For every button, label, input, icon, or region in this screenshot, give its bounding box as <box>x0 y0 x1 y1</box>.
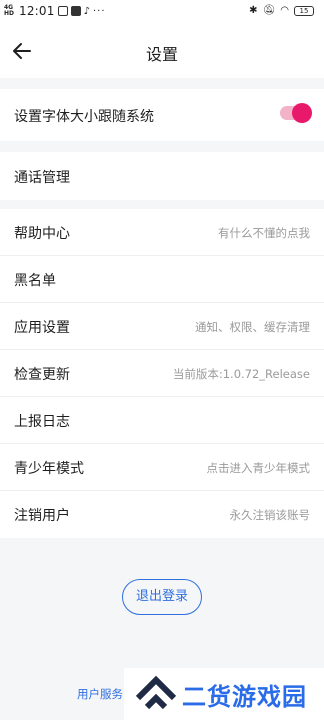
mute-icon: 🔕︎ <box>262 5 276 16</box>
general-settings-group: 帮助中心 有什么不懂的点我 黑名单 应用设置 通知、权限、缓存清理 检查更新 当… <box>0 209 324 538</box>
watermark-logo-icon <box>135 675 177 710</box>
font-follow-system-label: 设置字体大小跟随系统 <box>14 109 154 125</box>
help-center-row[interactable]: 帮助中心 有什么不懂的点我 <box>0 209 324 256</box>
toggle-knob <box>292 103 312 123</box>
check-update-label: 检查更新 <box>14 367 70 383</box>
network-indicator: 4G HD <box>4 4 15 17</box>
teen-mode-row[interactable]: 青少年模式 点击进入青少年模式 <box>0 444 324 491</box>
blacklist-label: 黑名单 <box>14 273 56 289</box>
check-update-row[interactable]: 检查更新 当前版本:1.0.72_Release <box>0 350 324 397</box>
cancel-account-label: 注销用户 <box>14 508 70 524</box>
bluetooth-icon: ✱ <box>249 5 258 16</box>
help-center-hint: 有什么不懂的点我 <box>218 226 310 240</box>
more-notifications-icon: ··· <box>92 5 106 17</box>
page-title: 设置 <box>145 45 178 64</box>
cancel-account-hint: 永久注销该账号 <box>229 508 311 522</box>
help-center-label: 帮助中心 <box>14 226 70 242</box>
wifi-icon: ◠ <box>280 5 289 16</box>
app-settings-row[interactable]: 应用设置 通知、权限、缓存清理 <box>0 303 324 350</box>
mail-notification-icon <box>70 6 81 16</box>
logout-button[interactable]: 退出登录 <box>122 579 202 615</box>
font-settings-group: 设置字体大小跟随系统 <box>0 89 324 141</box>
watermark: 二货游戏园 <box>124 668 324 720</box>
cancel-account-row[interactable]: 注销用户 永久注销该账号 <box>0 491 324 538</box>
blacklist-row[interactable]: 黑名单 <box>0 256 324 303</box>
app-settings-hint: 通知、权限、缓存清理 <box>195 320 310 334</box>
status-time: 12:01 <box>19 4 55 18</box>
message-notification-icon <box>57 6 68 16</box>
app-settings-label: 应用设置 <box>14 320 70 336</box>
user-service-agreement-link[interactable]: 用户服务 <box>77 686 123 702</box>
teen-mode-hint: 点击进入青少年模式 <box>206 461 311 475</box>
current-version-hint: 当前版本:1.0.72_Release <box>172 367 310 381</box>
nav-bar: 设置 <box>0 26 324 78</box>
tiktok-notification-icon: ♪ <box>83 5 90 17</box>
call-group: 通话管理 <box>0 152 324 200</box>
battery-icon: 15 <box>294 5 314 16</box>
report-log-label: 上报日志 <box>14 414 70 430</box>
font-follow-system-row: 设置字体大小跟随系统 <box>0 89 324 141</box>
teen-mode-label: 青少年模式 <box>14 461 84 477</box>
call-management-row[interactable]: 通话管理 <box>0 152 324 200</box>
status-bar: 4G HD 12:01 ♪ ··· ✱ 🔕︎ ◠ 15 <box>0 0 324 26</box>
report-log-row[interactable]: 上报日志 <box>0 397 324 444</box>
font-follow-system-toggle[interactable] <box>280 103 312 123</box>
watermark-text: 二货游戏园 <box>182 683 307 711</box>
call-management-label: 通话管理 <box>14 170 70 186</box>
